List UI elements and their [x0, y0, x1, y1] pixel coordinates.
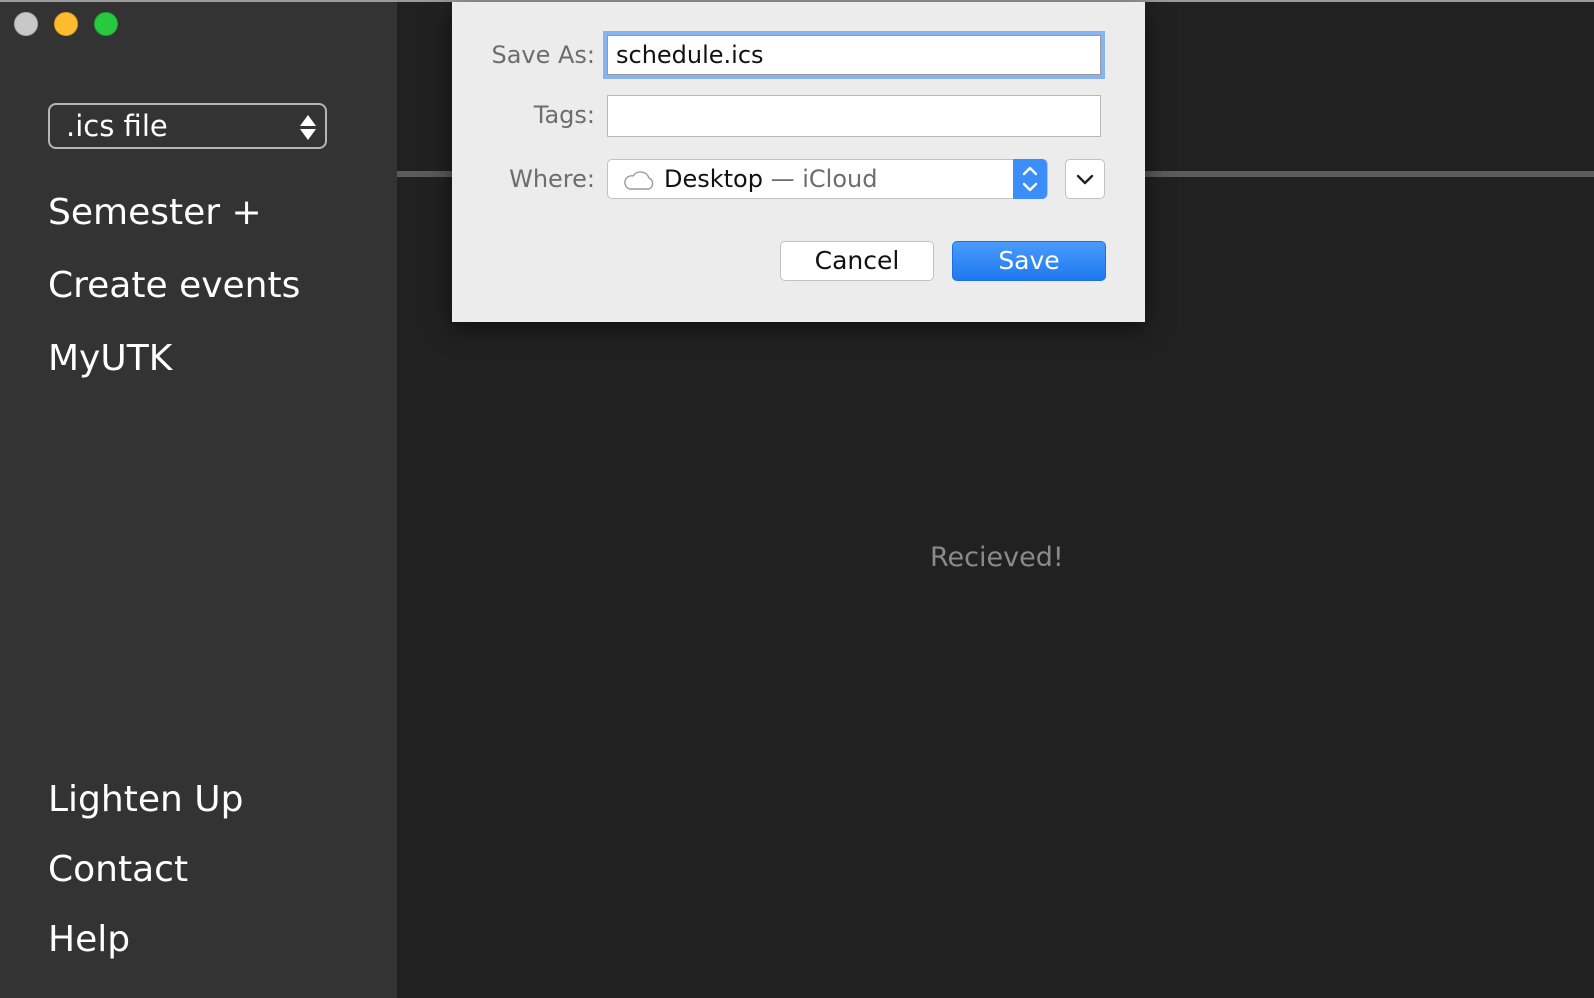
nav-contact[interactable]: Contact — [48, 849, 188, 890]
export-format-select[interactable]: .ics file — [48, 103, 327, 149]
status-message: Recieved! — [930, 542, 1064, 573]
app-window: .ics file Semester + Create events MyUTK… — [0, 0, 1594, 998]
window-minimize-button[interactable] — [54, 12, 78, 36]
chevron-up-down-icon — [1022, 166, 1038, 192]
where-location-text: Desktop — iCloud — [664, 160, 877, 198]
cloud-icon — [624, 171, 654, 190]
export-format-value: .ics file — [66, 109, 168, 143]
window-close-button[interactable] — [14, 12, 38, 36]
window-maximize-button[interactable] — [94, 12, 118, 36]
cancel-button[interactable]: Cancel — [780, 241, 934, 281]
nav-myutk[interactable]: MyUTK — [48, 338, 172, 379]
content-divider — [1145, 171, 1594, 177]
expand-dialog-button[interactable] — [1065, 159, 1105, 199]
save-as-label: Save As: — [491, 41, 595, 69]
sidebar: .ics file Semester + Create events MyUTK… — [0, 2, 397, 998]
content-divider — [397, 171, 452, 177]
save-as-input[interactable]: schedule.ics — [607, 35, 1101, 75]
nav-lighten-up[interactable]: Lighten Up — [48, 779, 243, 820]
where-location-name: Desktop — [664, 165, 763, 193]
chevron-down-icon — [1076, 174, 1094, 185]
nav-semester-plus[interactable]: Semester + — [48, 192, 262, 233]
where-popup-stepper[interactable] — [1013, 159, 1047, 199]
select-arrows-icon — [299, 113, 317, 141]
tags-input[interactable] — [607, 95, 1101, 137]
where-location-popup[interactable]: Desktop — iCloud — [607, 159, 1048, 199]
where-location-suffix: — iCloud — [762, 165, 878, 193]
nav-create-events[interactable]: Create events — [48, 265, 300, 306]
tags-label: Tags: — [533, 101, 595, 129]
nav-help[interactable]: Help — [48, 919, 130, 960]
where-label: Where: — [509, 165, 595, 193]
save-button[interactable]: Save — [952, 241, 1106, 281]
